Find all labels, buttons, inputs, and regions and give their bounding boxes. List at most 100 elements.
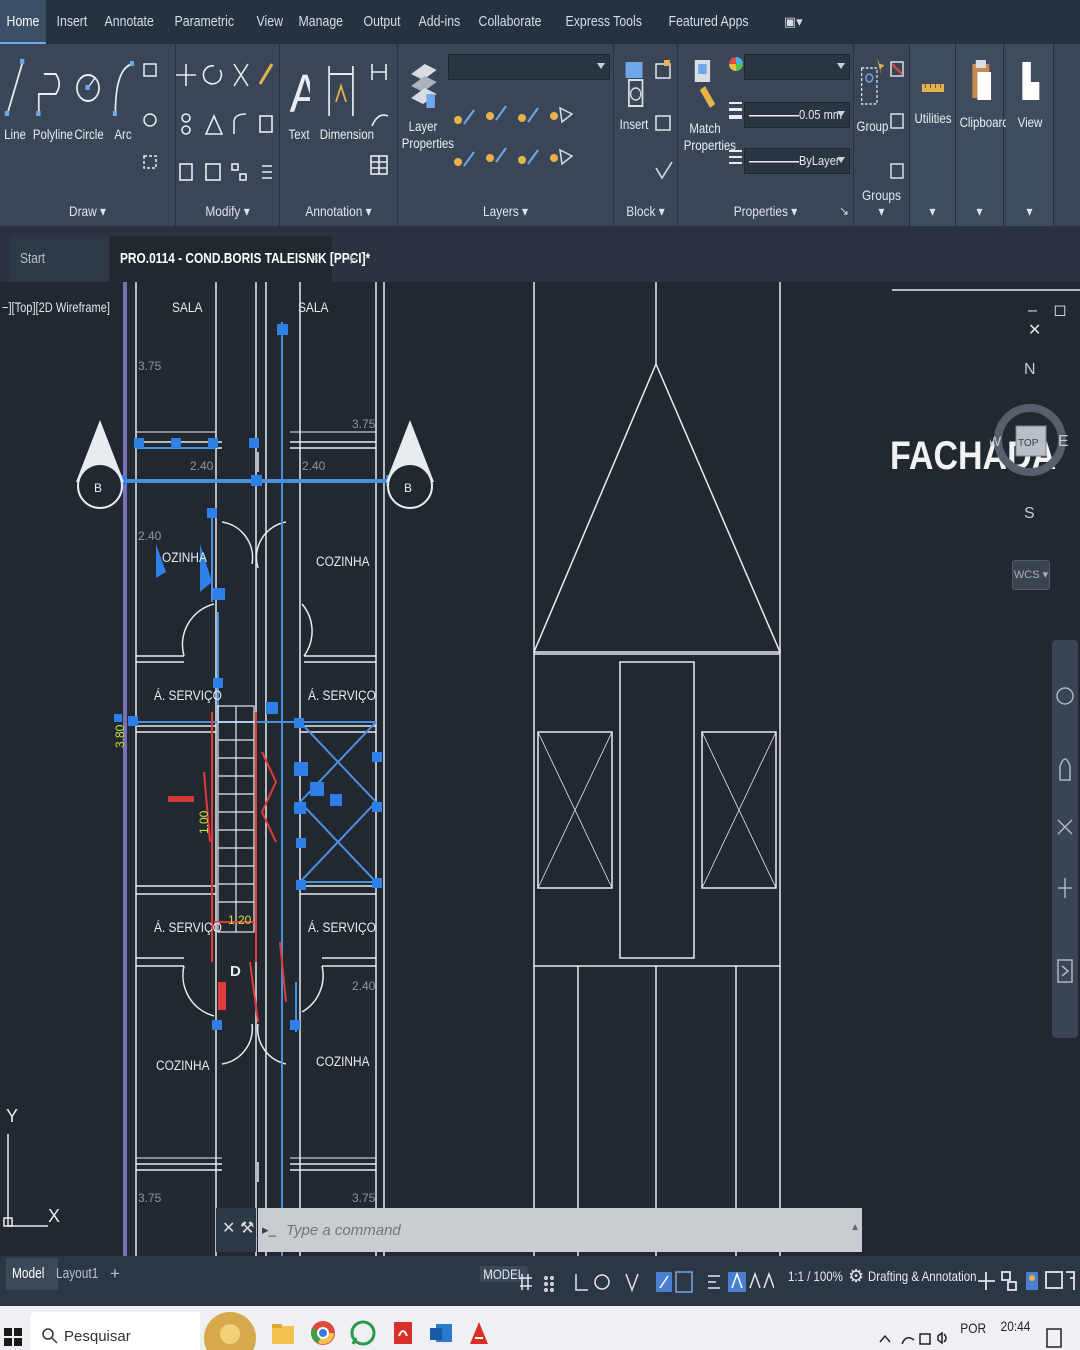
line-label: Line	[4, 127, 26, 142]
pdf-reader-icon[interactable]	[390, 1320, 416, 1346]
command-prompt-icon[interactable]: ▸_	[262, 1222, 276, 1238]
annotation-mini-tools-icon[interactable]	[368, 58, 394, 188]
workspace-gear-icon[interactable]: ⚙	[848, 1266, 864, 1287]
drawing-area[interactable]: SALA SALA OZINHA COZINHA Á. SERVIÇO Á. S…	[0, 282, 1080, 1256]
layers-panel-title[interactable]: Layers ▾	[414, 203, 597, 220]
layer-properties-tool[interactable]: Layer Properties	[402, 54, 454, 152]
notification-icon[interactable]	[1046, 1328, 1062, 1348]
close-tab-icon[interactable]: ×	[312, 236, 319, 282]
draw-panel-title[interactable]: Draw ▾	[13, 203, 162, 220]
floor-plan-canvas[interactable]: SALA SALA OZINHA COZINHA Á. SERVIÇO Á. S…	[0, 282, 1080, 1256]
workspace-dropdown[interactable]: Drafting & Annotation	[868, 1268, 976, 1284]
lineweight-value: 0.05 mm	[799, 107, 842, 122]
close-command-icon[interactable]: ✕	[222, 1218, 235, 1238]
dim-240-a: 2.40	[190, 459, 214, 473]
viewcube-compass-icon[interactable]: TOP N S E W	[988, 352, 1070, 522]
tab-manage[interactable]: Manage	[292, 0, 350, 44]
arc-label: Arc	[114, 127, 132, 142]
tab-parametric[interactable]: Parametric	[168, 0, 241, 44]
utilities-expand-icon[interactable]: ▾	[913, 203, 951, 220]
linetype-dropdown[interactable]: ByLayer	[744, 148, 850, 174]
tab-home[interactable]: Home	[0, 0, 46, 44]
groups-panel-title[interactable]: Groups ▾	[858, 187, 905, 220]
compass-south[interactable]: S	[1024, 505, 1035, 522]
taskbar-widget-icon[interactable]	[202, 1310, 258, 1350]
dim-375-c: 3.75	[138, 1191, 162, 1205]
clipboard-tool[interactable]: Clipboard	[960, 54, 1009, 131]
tab-view[interactable]: View	[250, 0, 290, 44]
block-panel-title[interactable]: Block ▾	[619, 203, 673, 220]
viewcube-top-face[interactable]: TOP	[1018, 438, 1039, 449]
layer-state-icons[interactable]	[450, 100, 600, 180]
tab-featured-apps[interactable]: Featured Apps	[662, 0, 755, 44]
annotation-scale-dropdown[interactable]: 1:1 / 100%	[788, 1268, 843, 1284]
groups-mini-tools-icon[interactable]	[888, 58, 908, 188]
tab-start[interactable]: Start	[10, 236, 108, 282]
viewcube[interactable]: TOP N S E W	[988, 352, 1070, 522]
polyline-tool[interactable]: Polyline	[33, 54, 73, 143]
lineweight-dropdown[interactable]: 0.05 mm	[744, 102, 850, 128]
view-tool[interactable]: View	[1010, 54, 1051, 131]
group-icon	[861, 58, 884, 105]
navigation-tools-icon[interactable]	[1052, 640, 1078, 1038]
autocad-taskbar-icon[interactable]	[466, 1320, 492, 1346]
input-language[interactable]: POR	[960, 1320, 986, 1336]
chrome-browser-icon[interactable]	[310, 1320, 336, 1346]
dimension-tool[interactable]: Dimension	[320, 54, 374, 143]
circle-tool[interactable]: Circle	[74, 54, 104, 143]
status-right-icons[interactable]	[978, 1268, 1078, 1294]
windows-start-icon[interactable]	[4, 1328, 22, 1346]
compass-west[interactable]: W	[988, 433, 1002, 449]
status-toggle-icons[interactable]	[518, 1270, 774, 1294]
clipboard-panel[interactable]: Clipboard ▾	[956, 44, 1009, 226]
utilities-panel[interactable]: Utilities ▾	[910, 44, 956, 226]
tab-output[interactable]: Output	[357, 0, 407, 44]
match-properties-tool[interactable]: Match Properties	[684, 54, 736, 154]
insert-tool[interactable]: Insert	[619, 54, 650, 133]
layer-dropdown[interactable]	[448, 54, 610, 80]
viewport-controls[interactable]: −][Top][2D Wireframe]	[2, 300, 110, 315]
compass-east[interactable]: E	[1058, 433, 1069, 450]
wcs-dropdown[interactable]: WCS ▾	[1012, 560, 1050, 590]
tab-add-ins[interactable]: Add-ins	[412, 0, 467, 44]
whatsapp-icon[interactable]	[350, 1320, 376, 1346]
file-explorer-icon[interactable]	[270, 1320, 296, 1346]
viewport-window-controls[interactable]: ‒ ◻ ✕	[1028, 300, 1080, 340]
properties-panel-title[interactable]: Properties ▾	[691, 203, 840, 220]
new-tab-icon[interactable]: +	[336, 236, 357, 282]
customize-wrench-icon[interactable]: ⚒	[240, 1218, 254, 1238]
annotation-panel-title[interactable]: Annotation ▾	[289, 203, 388, 220]
system-tray-icons[interactable]	[878, 1328, 954, 1348]
properties-launcher-icon[interactable]: ↘	[839, 204, 849, 218]
clipboard-expand-icon[interactable]: ▾	[960, 203, 1000, 220]
add-layout-icon[interactable]: +	[104, 1258, 126, 1290]
tab-insert[interactable]: Insert	[50, 0, 94, 44]
draw-mini-tools-icon[interactable]	[140, 58, 170, 188]
compass-north[interactable]: N	[1024, 361, 1036, 378]
tab-annotate[interactable]: Annotate	[98, 0, 160, 44]
room-label-cozinha-bl: COZINHA	[156, 1057, 210, 1073]
utilities-tool[interactable]: Utilities	[913, 68, 952, 127]
command-input[interactable]	[258, 1208, 862, 1252]
modify-panel-title[interactable]: Modify ▾	[184, 203, 272, 220]
tab-file[interactable]: PRO.0114 - COND.BORIS TALEISNIK [PPCI]* …	[110, 236, 370, 282]
tab-collaborate[interactable]: Collaborate	[472, 0, 548, 44]
view-panel[interactable]: View ▾	[1006, 44, 1054, 226]
tab-express-tools[interactable]: Express Tools	[559, 0, 648, 44]
view-expand-icon[interactable]: ▾	[1010, 203, 1050, 220]
color-dropdown[interactable]	[744, 54, 850, 80]
command-line: ✕ ⚒ ▸_ ▲	[216, 1208, 862, 1252]
text-tool[interactable]: A Text	[288, 54, 310, 143]
group-tool[interactable]: Group	[857, 54, 888, 135]
modify-tools-icon[interactable]	[176, 56, 280, 186]
command-history-icon[interactable]: ▲	[850, 1222, 860, 1233]
taskbar-clock[interactable]: 20:44	[1001, 1318, 1031, 1334]
block-mini-tools-icon[interactable]	[652, 58, 676, 188]
taskbar-search[interactable]: Pesquisar	[30, 1312, 200, 1350]
ribbon-minimize-icon[interactable]: ▣▾	[784, 14, 803, 30]
navigation-bar[interactable]	[1052, 640, 1078, 1038]
color-wheel-icon[interactable]	[728, 56, 744, 72]
arc-tool[interactable]: Arc	[110, 54, 136, 143]
outlook-icon[interactable]	[428, 1320, 454, 1346]
line-tool[interactable]: Line	[4, 54, 26, 143]
